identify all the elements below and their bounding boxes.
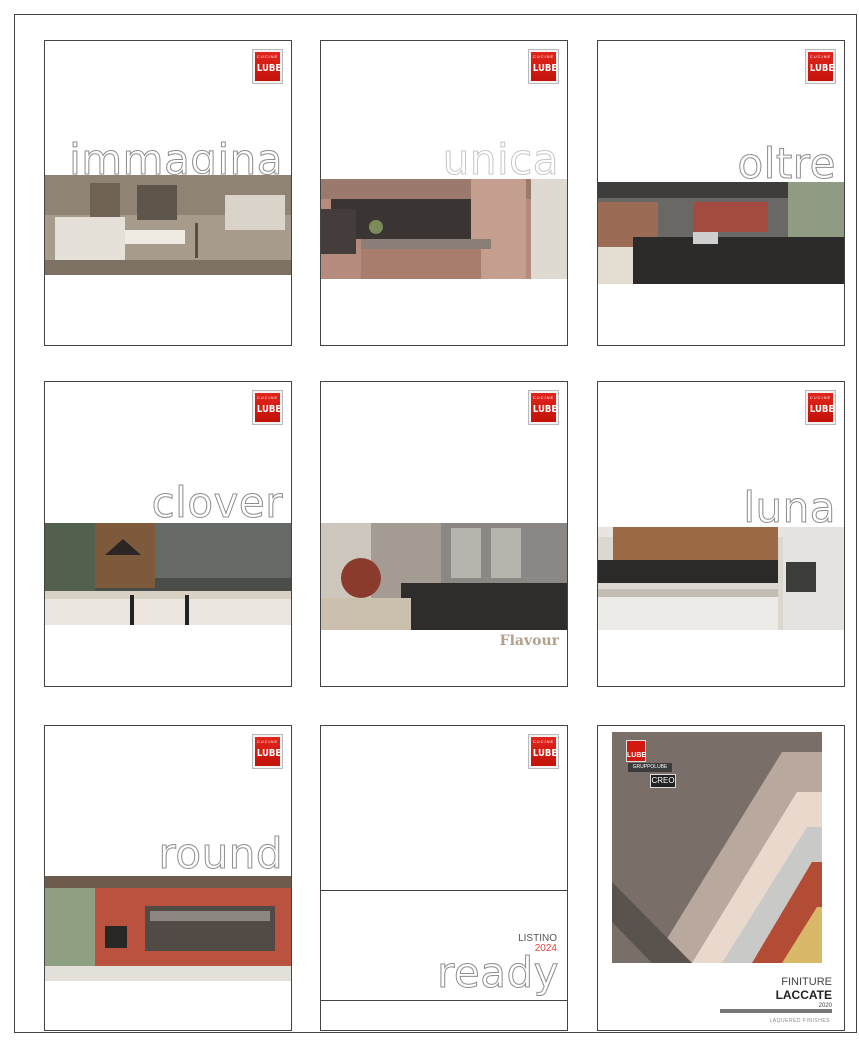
- kitchen-photo: [45, 523, 291, 625]
- divider: [321, 1000, 567, 1001]
- finiture-title: FINITURE LACCATE 2020: [776, 976, 832, 1011]
- catalog-title: unica: [442, 135, 559, 184]
- catalog-card-luna[interactable]: CUCINE LUBE luna: [597, 381, 845, 687]
- catalog-card-clover[interactable]: CUCINE LUBE clover: [44, 381, 292, 687]
- lube-logo: CUCINE LUBE: [806, 391, 835, 424]
- catalog-card-ready[interactable]: CUCINE LUBE LISTINO 2024 ready: [320, 725, 568, 1031]
- catalog-card-flavour[interactable]: CUCINE LUBE Flavour: [320, 381, 568, 687]
- lube-logo: CUCINE LUBE: [529, 50, 558, 83]
- catalog-title: luna: [743, 483, 836, 532]
- divider: [321, 890, 567, 891]
- gruppo-lube-logo: GRUPPOLUBE: [628, 763, 672, 772]
- finiture-tagline: LAQUERED FINISHES: [769, 1018, 830, 1024]
- kitchen-photo: [321, 523, 567, 630]
- catalog-card-immagina[interactable]: CUCINE LUBE immagina: [44, 40, 292, 346]
- kitchen-photo: [598, 527, 844, 630]
- catalog-title: round: [158, 829, 283, 878]
- lube-logo: CUCINE LUBE: [253, 735, 282, 768]
- title-underline: [720, 1009, 832, 1013]
- catalog-card-oltre[interactable]: CUCINE LUBE oltre: [597, 40, 845, 346]
- catalog-card-finiture-laccate[interactable]: LUBE GRUPPOLUBE CREO FINITURE LACCATE 20…: [597, 725, 845, 1031]
- catalog-card-unica[interactable]: CUCINE LUBE unica: [320, 40, 568, 346]
- kitchen-photo: [45, 175, 291, 275]
- lube-logo-small: LUBE: [626, 740, 646, 762]
- kitchen-photo: [45, 876, 291, 981]
- lube-logo: CUCINE LUBE: [529, 391, 558, 424]
- lube-logo: CUCINE LUBE: [529, 735, 558, 768]
- catalog-subtitle: Flavour: [499, 633, 559, 649]
- lube-logo: CUCINE LUBE: [806, 50, 835, 83]
- catalog-title: ready: [437, 948, 559, 997]
- lube-logo: CUCINE LUBE: [253, 50, 282, 83]
- catalog-title: clover: [151, 478, 283, 527]
- catalog-title: oltre: [737, 139, 836, 188]
- catalog-card-round[interactable]: CUCINE LUBE round: [44, 725, 292, 1031]
- finiture-text: FINITURE: [781, 976, 832, 988]
- catalog-grid: CUCINE LUBE immagina CUCINE LUBE unica C…: [14, 14, 857, 1033]
- kitchen-photo: [321, 179, 567, 279]
- creo-logo: CREO: [650, 774, 676, 788]
- laccate-text: LACCATE: [775, 988, 832, 1002]
- lube-logo: CUCINE LUBE: [253, 391, 282, 424]
- kitchen-photo: [598, 182, 844, 284]
